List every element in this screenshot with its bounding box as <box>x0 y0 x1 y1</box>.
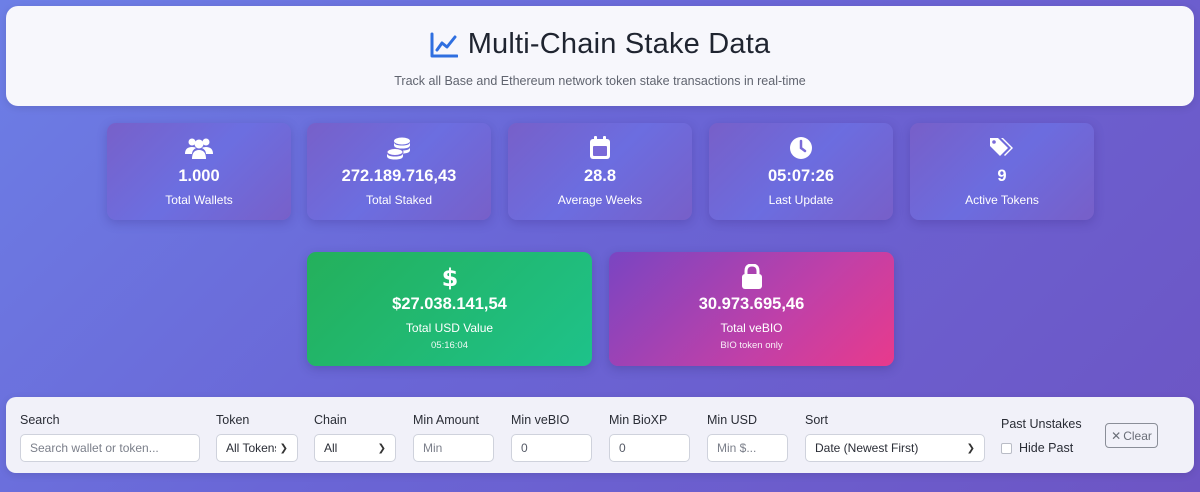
dollar-icon: $ <box>307 264 592 290</box>
total-usd-value: $27.038.141,54 <box>392 295 507 313</box>
min-amount-group: Min Amount Min <box>413 413 494 462</box>
chain-label: Chain <box>314 413 347 427</box>
sort-label: Sort <box>805 413 828 427</box>
stat-value: 28.8 <box>583 167 617 185</box>
stat-label: Total Staked <box>365 193 433 207</box>
stat-label: Last Update <box>768 193 834 207</box>
stat-value: 1.000 <box>178 167 220 185</box>
min-amount-label: Min Amount <box>413 413 480 427</box>
min-usd-input[interactable]: Min $... <box>707 434 788 462</box>
stat-card-total-wallets: 1.000 Total Wallets <box>107 123 291 220</box>
search-group: Search Search wallet or token... <box>20 413 200 462</box>
total-usd-card: $ $27.038.141,54 Total USD Value 05:16:0… <box>307 252 592 366</box>
clock-icon <box>709 136 893 160</box>
min-bioxp-group: Min BioXP 0 <box>609 413 690 462</box>
chain-group: Chain All ❯ <box>314 413 396 462</box>
token-label: Token <box>216 413 250 427</box>
clear-button-label: Clear <box>1123 428 1152 443</box>
stat-card-last-update: 05:07:26 Last Update <box>709 123 893 220</box>
svg-text:$: $ <box>442 264 458 290</box>
chart-line-icon <box>430 32 458 58</box>
min-vebio-group: Min veBIO 0 <box>511 413 592 462</box>
lock-icon <box>609 264 894 290</box>
title-row: Multi-Chain Stake Data <box>6 28 1194 61</box>
hide-past-label: Hide Past <box>1019 441 1074 455</box>
sort-select-value: Date (Newest First) <box>815 441 919 455</box>
stat-label: Total Wallets <box>165 193 233 207</box>
clear-button[interactable]: ✕ Clear <box>1105 423 1158 448</box>
total-usd-timestamp: 05:16:04 <box>431 340 468 351</box>
chain-select-value: All <box>324 441 338 455</box>
past-unstakes-label: Past Unstakes <box>1001 417 1082 431</box>
total-vebio-value: 30.973.695,46 <box>698 295 805 313</box>
min-usd-label: Min USD <box>707 413 758 427</box>
token-select-value: All Tokens <box>226 441 276 455</box>
total-vebio-note: BIO token only <box>720 340 783 351</box>
min-amount-input[interactable]: Min <box>413 434 494 462</box>
filter-bar: Search Search wallet or token... Token A… <box>6 397 1194 473</box>
stat-value: 05:07:26 <box>767 167 835 185</box>
page-title: Multi-Chain Stake Data <box>467 28 771 60</box>
stat-card-active-tokens: 9 Active Tokens <box>910 123 1094 220</box>
page-header: Multi-Chain Stake Data Track all Base an… <box>6 6 1194 106</box>
hide-past-checkbox[interactable] <box>1001 442 1012 454</box>
stat-card-total-staked: 272.189.716,43 Total Staked <box>307 123 491 220</box>
stat-value: 272.189.716,43 <box>341 167 457 185</box>
close-icon: ✕ <box>1111 428 1122 443</box>
hide-past-toggle[interactable]: Hide Past <box>1001 441 1082 455</box>
min-usd-group: Min USD Min $... <box>707 413 788 462</box>
total-vebio-card: 30.973.695,46 Total veBIO BIO token only <box>609 252 894 366</box>
users-icon <box>107 136 291 160</box>
chevron-down-icon: ❯ <box>279 442 288 454</box>
min-bioxp-label: Min BioXP <box>609 413 668 427</box>
sort-group: Sort Date (Newest First) ❯ <box>805 413 985 462</box>
stat-card-average-weeks: 28.8 Average Weeks <box>508 123 692 220</box>
token-select[interactable]: All Tokens ❯ <box>216 434 298 462</box>
past-unstakes-group: Past Unstakes Hide Past <box>1001 417 1082 455</box>
calendar-icon <box>508 136 692 160</box>
chevron-down-icon: ❯ <box>966 442 975 454</box>
stat-label: Average Weeks <box>557 193 643 207</box>
chevron-down-icon: ❯ <box>377 442 386 454</box>
min-vebio-input[interactable]: 0 <box>511 434 592 462</box>
search-label: Search <box>20 413 60 427</box>
min-bioxp-input[interactable]: 0 <box>609 434 690 462</box>
coins-icon <box>307 136 491 160</box>
sort-select[interactable]: Date (Newest First) ❯ <box>805 434 985 462</box>
page-subtitle: Track all Base and Ethereum network toke… <box>394 74 806 88</box>
stat-value: 9 <box>997 167 1007 185</box>
total-usd-label: Total USD Value <box>405 321 494 335</box>
chain-select[interactable]: All ❯ <box>314 434 396 462</box>
total-vebio-label: Total veBIO <box>720 321 783 335</box>
min-vebio-label: Min veBIO <box>511 413 570 427</box>
tags-icon <box>910 136 1094 160</box>
stat-label: Active Tokens <box>965 193 1039 207</box>
search-input[interactable]: Search wallet or token... <box>20 434 200 462</box>
token-group: Token All Tokens ❯ <box>216 413 298 462</box>
